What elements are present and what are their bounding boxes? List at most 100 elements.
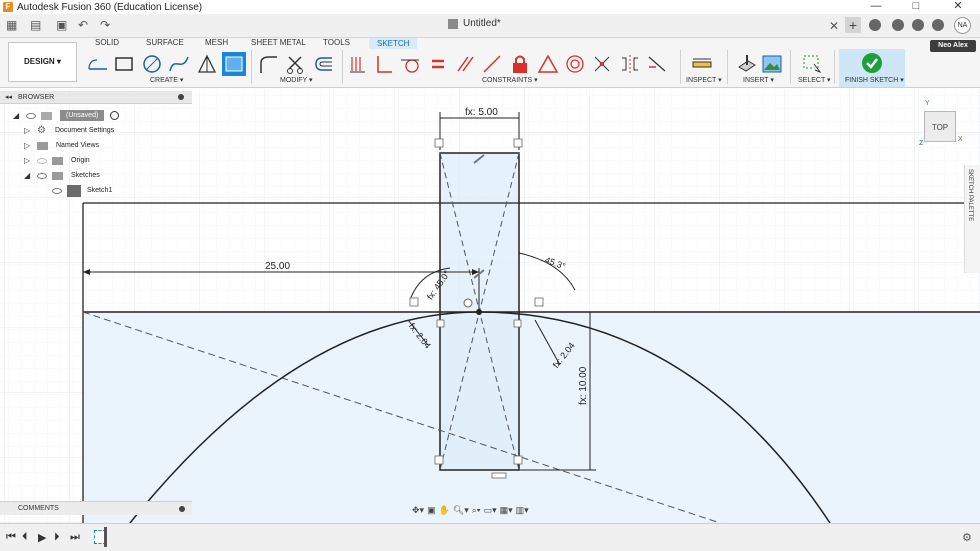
spline-tool-icon[interactable] [167,52,191,76]
collinear-constraint-icon[interactable] [480,52,504,76]
rectangle-tool-icon[interactable] [112,52,136,76]
symmetry-constraint-icon[interactable] [618,52,642,76]
tab-sheet-metal[interactable]: SHEET METAL [251,38,306,47]
create-menu[interactable]: CREATE ▾ [150,76,183,84]
visibility-eye-icon[interactable] [37,172,47,179]
collapse-icon[interactable]: ◢ [24,171,32,180]
visibility-eye-icon[interactable] [37,157,47,164]
save-icon[interactable]: ▣ [56,18,67,32]
modify-menu[interactable]: MODIFY ▾ [280,76,313,84]
visibility-eye-icon[interactable] [26,112,36,119]
view-cube[interactable]: TOP [924,111,956,142]
go-to-end-icon[interactable]: ⏭ [70,531,80,544]
tree-item-label: Named Views [56,142,100,149]
viewports-icon[interactable]: ▥▾ [516,505,529,516]
minimize-button[interactable]: — [856,0,896,14]
avatar[interactable]: NA [954,17,971,34]
display-settings-icon[interactable]: ▭▾ [484,505,497,516]
app-grid-icon[interactable]: ▦ [6,18,17,32]
new-tab-button[interactable]: + [845,17,861,33]
fillet-tool-icon[interactable] [256,52,280,76]
tab-sketch[interactable]: SKETCH [369,38,418,49]
insert-dxf-icon[interactable] [735,52,759,76]
tab-solid[interactable]: SOLID [95,38,119,47]
expand-icon[interactable]: ▷ [24,141,32,150]
trim-tool-icon[interactable] [284,52,308,76]
step-back-icon[interactable]: ⏴ [22,531,28,544]
activate-radio-icon[interactable] [110,111,120,120]
fix-constraint-icon[interactable] [508,52,532,76]
file-menu-icon[interactable]: ▤ [30,18,41,32]
inspect-menu[interactable]: INSPECT ▾ [686,76,722,84]
tab-mesh[interactable]: MESH [205,38,228,47]
tree-item-sketches[interactable]: ◢ Sketches [24,169,100,182]
close-window-button[interactable]: ✕ [938,0,978,14]
help-icon[interactable] [932,19,944,31]
select-menu[interactable]: SELECT ▾ [798,76,831,84]
tree-item-unsaved[interactable]: ◢ (Unsaved) [13,109,120,122]
width-dimension-text[interactable]: fx: 5.00 [465,107,498,118]
orbit-icon[interactable]: ✥▾ [412,505,424,516]
add-comment-icon[interactable] [179,506,185,512]
notifications-icon[interactable] [912,19,924,31]
browser-header[interactable]: ◂◂ BROWSER [0,91,192,104]
line-tool-icon[interactable] [86,52,110,76]
midpoint-constraint-icon[interactable] [536,52,560,76]
data-panel-icon[interactable] [869,19,881,31]
concentric-constraint-icon[interactable] [563,52,587,76]
comments-panel[interactable]: COMMENTS [0,501,192,515]
timeline-marker[interactable] [104,527,107,547]
close-tab-icon[interactable]: ✕ [829,19,839,33]
perpendicular-constraint-icon[interactable] [372,52,396,76]
coincident-constraint-icon[interactable] [346,52,370,76]
maximize-button[interactable]: □ [896,0,936,14]
user-name-badge[interactable]: Neo Alex [930,40,976,52]
step-forward-icon[interactable]: ⏵ [54,531,60,544]
horizontal-vertical-constraint-icon[interactable] [590,52,614,76]
equal-constraint-icon[interactable] [426,52,450,76]
sketch-palette-tab[interactable]: SKETCH PALETTE [964,165,980,273]
tab-tools[interactable]: TOOLS [323,38,350,47]
coincident-glyph[interactable] [463,298,473,308]
undo-icon[interactable]: ↶ [78,18,88,32]
pin-icon[interactable] [178,94,184,100]
fit-icon[interactable]: ⌕▾ [472,505,481,516]
parallel-constraint-icon[interactable] [453,52,477,76]
timeline-settings-icon[interactable]: ⚙ [962,531,972,544]
select-tool-icon[interactable] [800,52,824,76]
tab-surface[interactable]: SURFACE [146,38,184,47]
height-dimension-text[interactable]: fx: 10.00 [578,366,589,405]
horizontal-dimension-text[interactable]: 25.00 [265,261,290,272]
tree-item-sketch1[interactable]: Sketch1 [50,184,112,197]
curvature-constraint-icon[interactable] [645,52,669,76]
constraints-menu[interactable]: CONSTRAINTS ▾ [482,76,538,84]
finish-sketch-menu[interactable]: FINISH SKETCH ▾ [845,76,904,84]
visibility-eye-icon[interactable] [52,187,62,194]
redo-icon[interactable]: ↷ [100,18,110,32]
collapse-icon[interactable]: ◂◂ [5,91,12,104]
tree-item-label: Document Settings [54,127,115,134]
project-tool-icon[interactable] [222,52,246,76]
tangent-constraint-icon[interactable] [398,52,422,76]
expand-icon[interactable]: ▷ [24,156,32,165]
look-at-icon[interactable]: ▣ [427,505,436,516]
insert-canvas-icon[interactable] [760,52,784,76]
job-status-icon[interactable] [892,19,904,31]
expand-icon[interactable]: ◢ [13,111,21,120]
tree-item-named-views[interactable]: ▷ Named Views [24,139,99,152]
measure-tool-icon[interactable] [690,52,714,76]
offset-tool-icon[interactable] [312,52,336,76]
expand-icon[interactable]: ▷ [24,126,32,135]
zoom-icon[interactable]: 🔍︎▾ [453,505,469,516]
pan-icon[interactable]: ✋ [439,505,450,516]
tree-item-document-settings[interactable]: ▷ ⚙ Document Settings [24,124,114,137]
workspace-switcher-button[interactable]: DESIGN ▾ [8,42,77,82]
play-icon[interactable]: ▶ [38,531,46,544]
insert-menu[interactable]: INSERT ▾ [743,76,774,84]
tree-item-origin[interactable]: ▷ Origin [24,154,90,167]
grid-settings-icon[interactable]: ▦▾ [500,505,513,516]
circle-tool-icon[interactable] [140,52,164,76]
go-to-start-icon[interactable]: ⏮ [6,531,16,544]
document-tab[interactable]: Untitled* [448,18,501,29]
polygon-tool-icon[interactable] [195,52,219,76]
